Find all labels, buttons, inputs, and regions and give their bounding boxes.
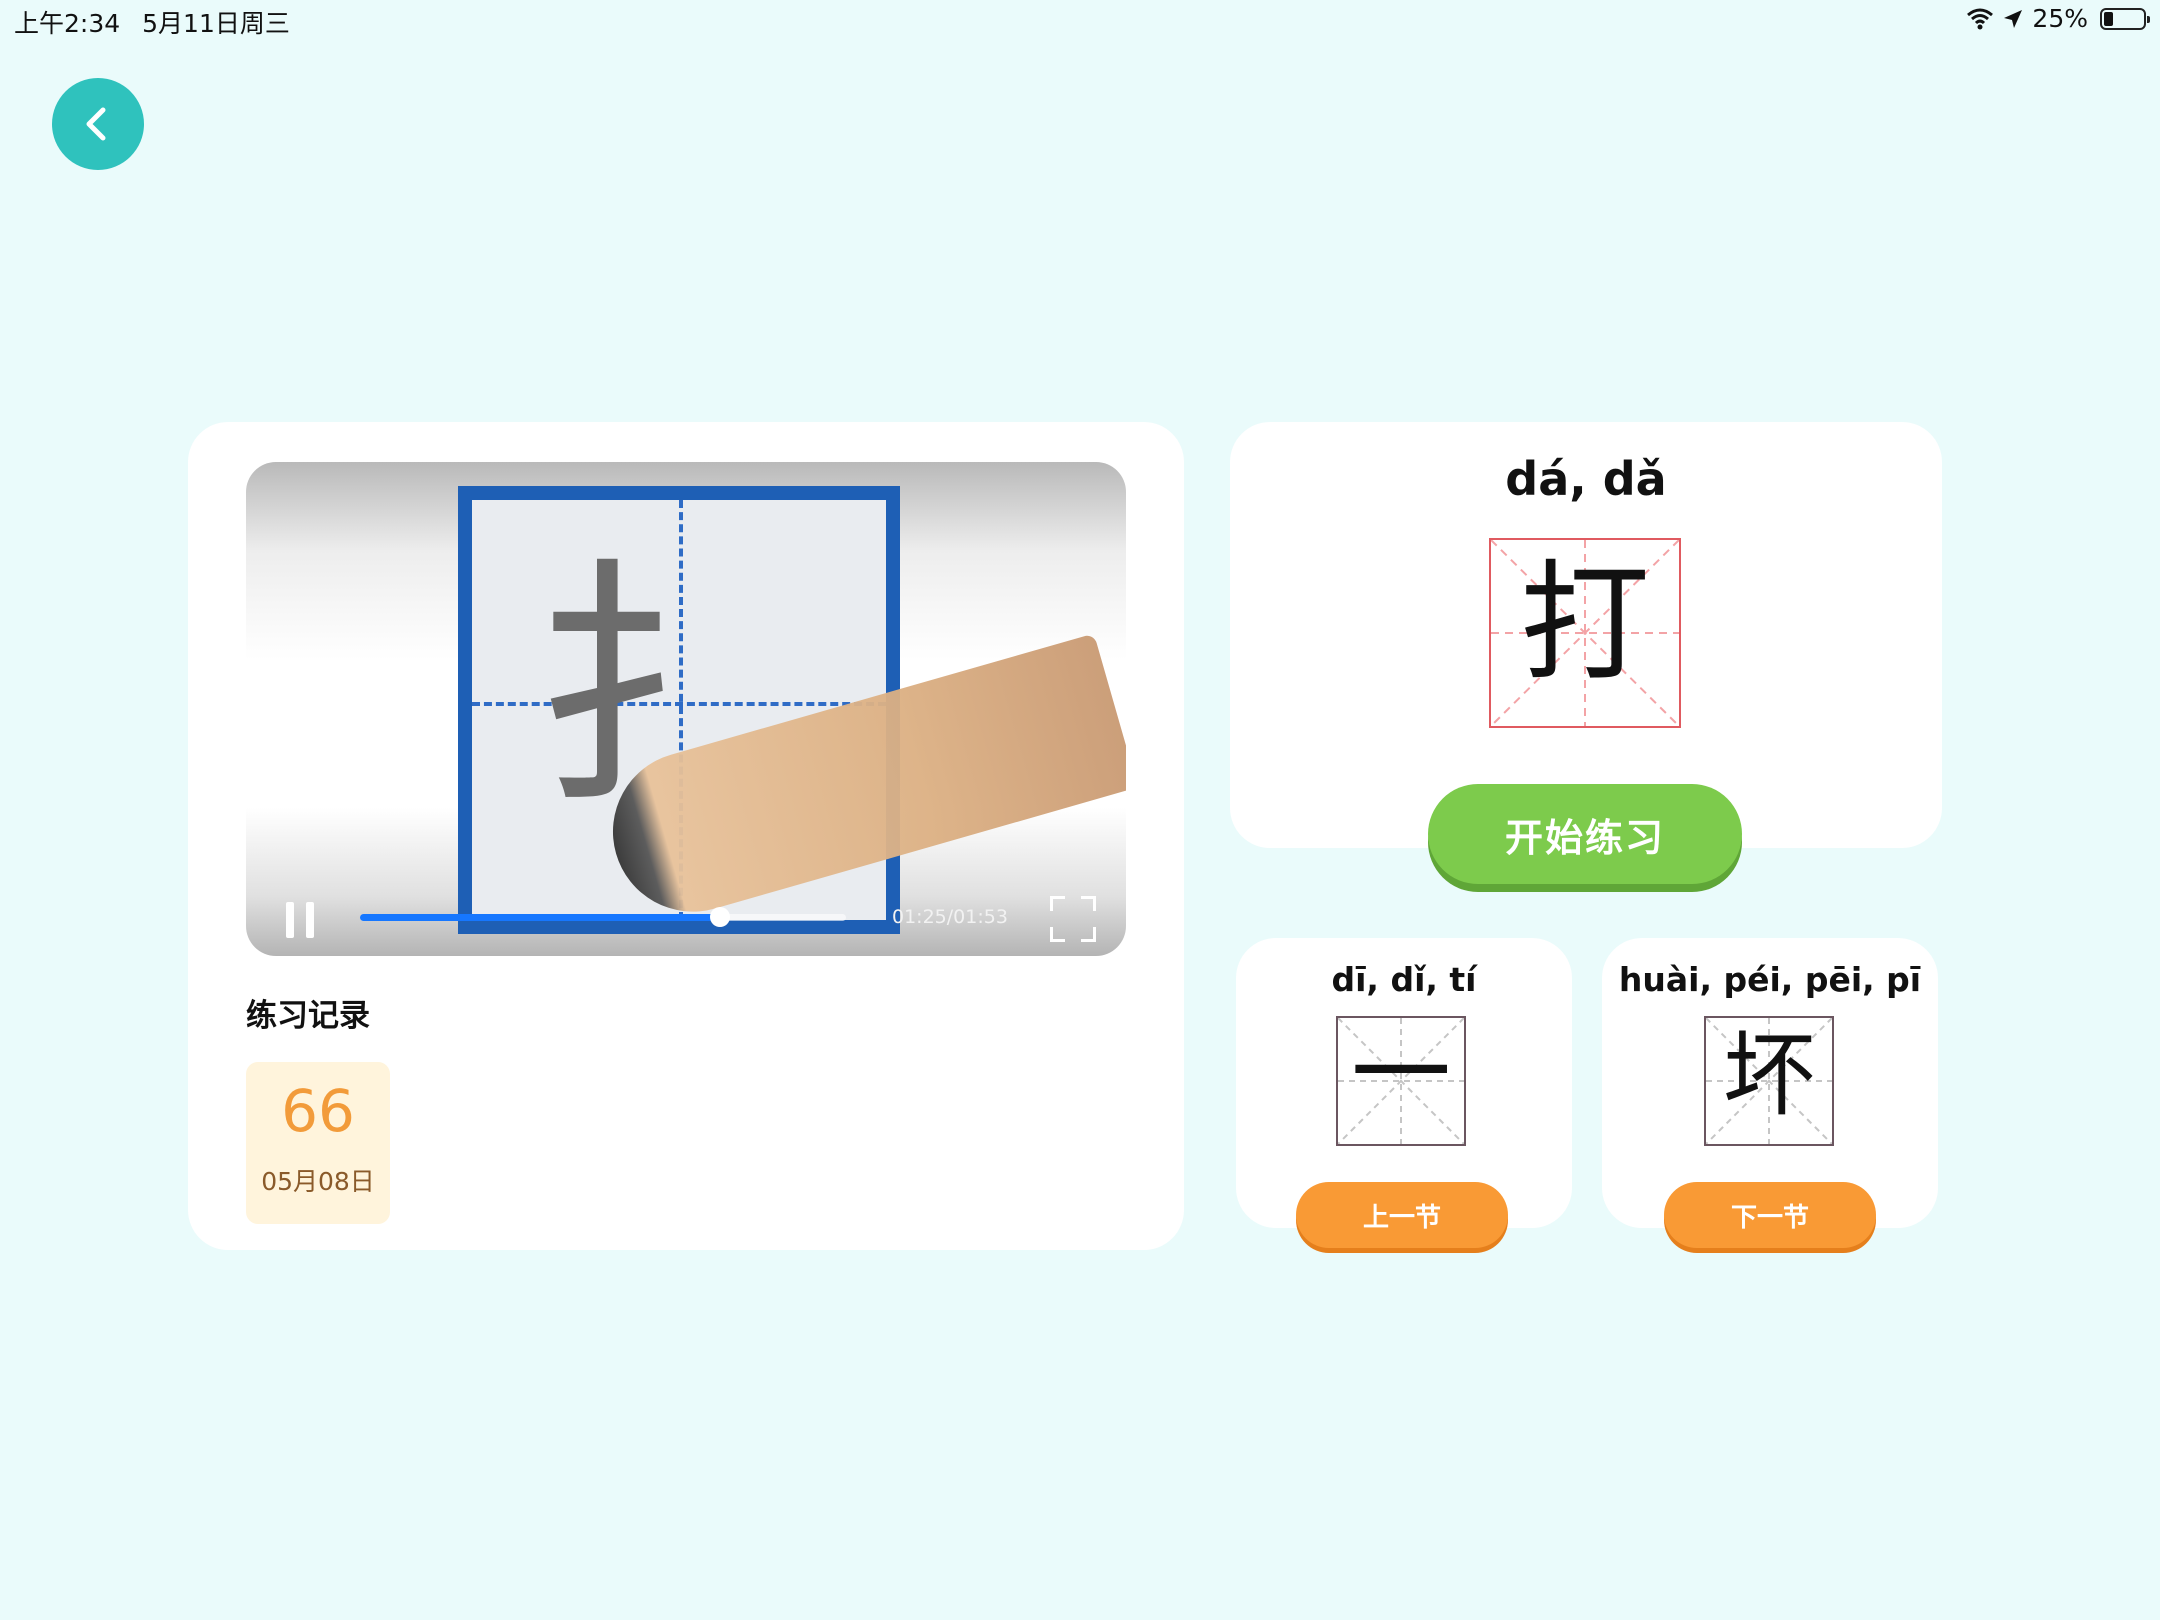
video-time: 01:25/01:53: [892, 906, 1008, 928]
video-player[interactable]: 扌 01:25/01:53: [246, 462, 1126, 956]
progress-bar[interactable]: [360, 907, 846, 927]
battery-icon: [2100, 7, 2150, 30]
wifi-icon: [1967, 8, 1994, 29]
record-title: 练习记录: [246, 998, 370, 1034]
current-char-grid: 打: [1489, 538, 1681, 728]
current-pinyin: dá, dǎ: [1505, 452, 1667, 506]
next-section-button[interactable]: 下一节: [1664, 1182, 1876, 1248]
progress-fill: [360, 914, 720, 921]
progress-handle[interactable]: [709, 907, 730, 927]
next-char: 坏: [1722, 1022, 1815, 1129]
status-bar-right: 25%: [1966, 4, 2150, 33]
prev-pinyin: dī, dǐ, tí: [1331, 960, 1477, 999]
back-button[interactable]: [52, 78, 144, 170]
record-date: 05月08日: [261, 1167, 375, 1196]
battery-percent: 25%: [2032, 4, 2088, 33]
prev-char: 一: [1351, 1016, 1451, 1132]
pause-button[interactable]: [286, 902, 320, 938]
status-bar-left: 上午2:34 5月11日周三: [14, 4, 290, 40]
record-score: 66: [281, 1077, 355, 1145]
status-date: 5月11日周三: [142, 9, 290, 38]
next-char-grid: 坏: [1704, 1016, 1834, 1146]
location-icon: [2004, 9, 2023, 28]
record-item[interactable]: 66 05月08日: [246, 1062, 390, 1224]
current-char: 打: [1519, 547, 1650, 699]
prev-char-grid: 一: [1336, 1016, 1466, 1146]
start-practice-button[interactable]: 开始练习: [1428, 784, 1742, 884]
prev-section-button[interactable]: 上一节: [1296, 1182, 1508, 1248]
status-time: 上午2:34: [14, 9, 121, 38]
chevron-left-icon: [86, 107, 106, 141]
next-pinyin: huài, péi, pēi, pī: [1618, 960, 1922, 999]
fullscreen-button[interactable]: [1050, 896, 1096, 942]
